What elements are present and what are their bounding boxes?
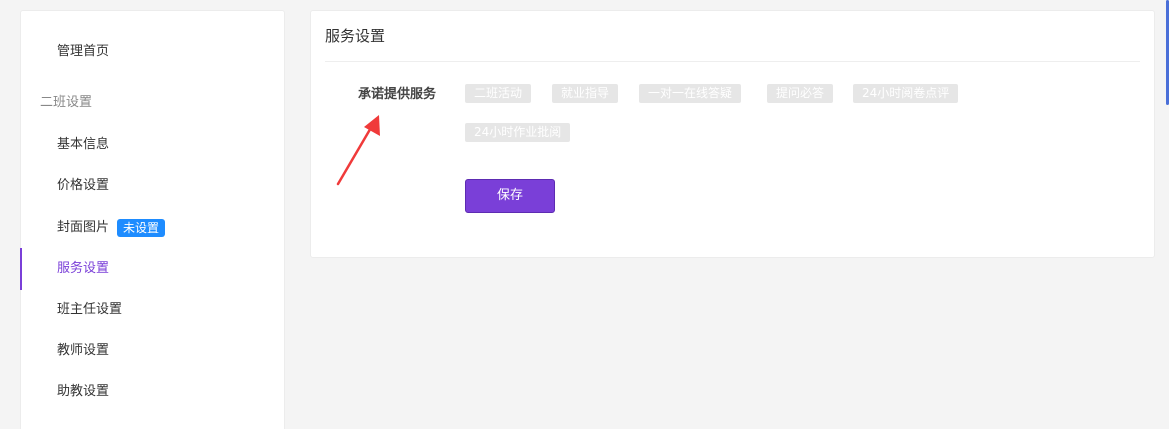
service-tag[interactable]: 24小时作业批阅 bbox=[465, 123, 571, 142]
status-badge: 未设置 bbox=[117, 219, 166, 237]
save-button[interactable]: 保存 bbox=[465, 179, 555, 213]
sidebar-item-assistant-settings[interactable]: 助教设置 bbox=[21, 381, 284, 403]
sidebar-item-label: 封面图片 bbox=[57, 220, 110, 235]
sidebar-item-label: 助教设置 bbox=[57, 384, 110, 399]
sidebar-item-service-settings[interactable]: 服务设置 bbox=[20, 248, 284, 290]
page-title: 服务设置 bbox=[325, 27, 386, 45]
sidebar-item-cover-image[interactable]: 封面图片 未设置 bbox=[21, 217, 284, 239]
sidebar-item-label: 教师设置 bbox=[57, 343, 110, 358]
sidebar-item-label: 基本信息 bbox=[57, 137, 110, 152]
service-tag[interactable]: 二班活动 bbox=[465, 84, 532, 103]
divider bbox=[325, 61, 1140, 62]
sidebar-item-price-settings[interactable]: 价格设置 bbox=[21, 175, 284, 197]
sidebar-item-head-teacher-settings[interactable]: 班主任设置 bbox=[21, 299, 284, 321]
service-settings-panel: 服务设置 承诺提供服务 二班活动 就业指导 一对一在线答疑 提问必答 24小时阅… bbox=[310, 10, 1155, 258]
sidebar-item-basic-info[interactable]: 基本信息 bbox=[21, 134, 284, 156]
service-tag[interactable]: 一对一在线答疑 bbox=[639, 84, 742, 103]
sidebar: 管理首页 二班设置 基本信息 价格设置 封面图片 未设置 服务设置 班主任设置 … bbox=[20, 10, 285, 429]
sidebar-item-label: 管理首页 bbox=[57, 44, 110, 59]
sidebar-item-label: 班主任设置 bbox=[57, 302, 123, 317]
sidebar-item-label: 价格设置 bbox=[57, 178, 110, 193]
service-tag[interactable]: 就业指导 bbox=[552, 84, 619, 103]
sidebar-item-teacher-settings[interactable]: 教师设置 bbox=[21, 340, 284, 362]
sidebar-item-home[interactable]: 管理首页 bbox=[21, 41, 284, 63]
sidebar-group-title: 二班设置 bbox=[40, 95, 93, 110]
services-field-label: 承诺提供服务 bbox=[358, 87, 437, 102]
service-tag[interactable]: 24小时阅卷点评 bbox=[853, 84, 959, 103]
sidebar-item-label: 服务设置 bbox=[57, 261, 110, 276]
service-tag[interactable]: 提问必答 bbox=[767, 84, 834, 103]
